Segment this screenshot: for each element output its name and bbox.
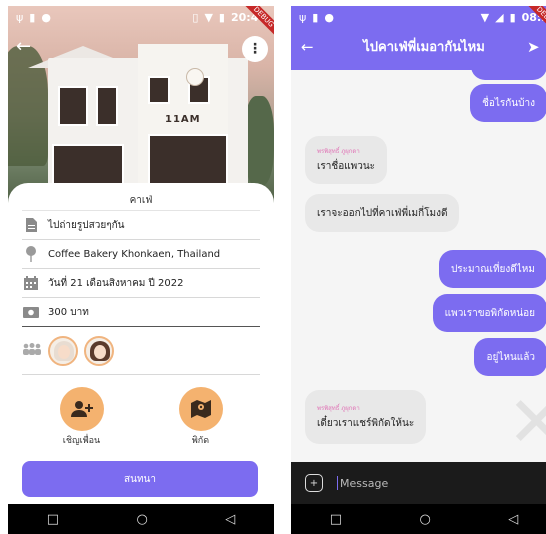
chat-app-bar: ψ▮● ▼◢▮08:2 DEBUG ← ไปคาเฟ่พี่เมอากันไหม… (291, 6, 546, 70)
calendar-icon (22, 276, 40, 290)
battery-icon: ▮ (509, 10, 516, 24)
price-text: 300 บาท (48, 306, 89, 318)
message-text: เราจะออกไปที่คาเฟ่พี่เมกี่โมงดี (317, 207, 448, 219)
sender-name: พรพิสุทธิ์ ภูผุกดา (317, 405, 360, 412)
invite-friend-button[interactable]: เชิญเพื่อน (37, 387, 127, 447)
more-vert-icon[interactable]: ⋮ (242, 36, 268, 62)
action-row: เชิญเพื่อน พิกัด (22, 387, 260, 447)
message-bubble: พรพิสุทธิ์ ภูผุกดา เดี๋ยวเราแชร์พิกัดให้… (305, 390, 427, 444)
message-bubble: แพวเราขอพิกัดหน่อย (432, 294, 546, 332)
note-row: ไปถ่ายรูปสวยๆกัน (22, 211, 260, 240)
status-bar: ψ ▮ ● ▯ ▼ ▮ 20:46 (8, 6, 274, 28)
message-input[interactable] (340, 476, 543, 490)
lock-icon: ▮ (312, 10, 319, 24)
participant-avatar[interactable] (84, 335, 114, 366)
chat-button[interactable]: สนทนา (22, 461, 258, 497)
signal-icon: ◢ (495, 10, 504, 24)
participants-row (22, 327, 260, 375)
price-row: 300 บาท (22, 298, 260, 327)
recents-icon[interactable]: □ (47, 512, 59, 527)
participant-avatar[interactable] (48, 335, 78, 366)
map-button[interactable]: พิกัด (156, 387, 246, 447)
event-detail-screen: 11AM ψ ▮ ● ▯ ▼ ▮ 20:46 DEBUG ← ⋮ คาเฟ่ ไปถ่าย… (8, 6, 274, 534)
wifi-icon: ▼ (204, 10, 213, 24)
status-bar: ψ▮● ▼◢▮08:2 (291, 6, 546, 28)
map-label: พิกัด (191, 436, 210, 446)
message-text: แพวเราขอพิกัดหน่อย (444, 307, 535, 319)
message-text: เราชื่อแพวนะ (317, 161, 376, 172)
money-icon (22, 306, 40, 318)
message-bubble: ประมาณเที่ยงดีไหม (438, 250, 546, 288)
send-icon[interactable]: ➤ (527, 38, 546, 56)
group-icon (22, 342, 48, 359)
message-text: ประมาณเที่ยงดีไหม (450, 263, 535, 275)
home-icon[interactable]: ○ (136, 512, 147, 527)
lock-icon: ▮ (29, 10, 36, 24)
chat-title: ไปคาเฟ่พี่เมอากันไหม (363, 40, 485, 55)
back-nav-icon[interactable]: ◁ (225, 512, 235, 527)
system-nav-bar: □ ○ ◁ (8, 504, 274, 534)
system-nav-bar: □ ○ ◁ (291, 504, 546, 534)
back-arrow-icon[interactable]: ← (301, 38, 321, 56)
document-icon (22, 218, 40, 232)
sender-name: พรพิสุทธิ์ ภูผุกดา (317, 148, 360, 155)
usb-icon: ψ (16, 10, 24, 24)
date-text: วันที่ 21 เดือนสิงหาคม ปี 2022 (48, 277, 184, 289)
recents-icon[interactable]: □ (330, 512, 342, 527)
wifi-icon: ▼ (480, 10, 490, 24)
back-nav-icon[interactable]: ◁ (508, 512, 518, 527)
date-row: วันที่ 21 เดือนสิงหาคม ปี 2022 (22, 269, 260, 298)
text-cursor (337, 476, 338, 490)
message-bubble: พรพิสุทธิ์ ภูผุกดา เราชื่อแพวนะ (305, 136, 388, 184)
message-composer: + (291, 462, 546, 504)
category-title: คาเฟ่ (22, 183, 260, 211)
message-list[interactable]: ชื่อไรกันบ้าง พรพิสุทธิ์ ภูผุกดา เราชื่อ… (291, 70, 546, 462)
cafe-photo: 11AM (8, 6, 274, 206)
battery-icon: ▮ (218, 10, 225, 24)
message-text: เดี๋ยวเราแชร์พิกัดให้นะ (317, 418, 415, 429)
location-row: Coffee Bakery Khonkaen, Thailand (22, 240, 260, 269)
attach-icon[interactable]: + (305, 474, 323, 492)
home-icon[interactable]: ○ (419, 512, 430, 527)
vibrate-icon: ▯ (192, 10, 199, 24)
usb-icon: ψ (299, 10, 307, 24)
location-icon: ● (324, 10, 334, 24)
message-bubble: เราจะออกไปที่คาเฟ่พี่เมกี่โมงดี (305, 194, 460, 232)
message-bubble (471, 70, 546, 80)
back-arrow-icon[interactable]: ← (16, 36, 31, 57)
event-card: คาเฟ่ ไปถ่ายรูปสวยๆกัน Coffee Bakery Kho… (8, 183, 274, 503)
message-text: อยู่ไหนแล้ว (486, 351, 535, 363)
location-text: Coffee Bakery Khonkaen, Thailand (48, 248, 221, 260)
note-text: ไปถ่ายรูปสวยๆกัน (48, 219, 125, 231)
add-person-icon (59, 387, 104, 431)
invite-label: เชิญเพื่อน (62, 436, 101, 446)
pin-icon (22, 246, 40, 262)
chat-screen: ψ▮● ▼◢▮08:2 DEBUG ← ไปคาเฟ่พี่เมอากันไหม… (291, 6, 546, 534)
message-text: ชื่อไรกันบ้าง (482, 97, 535, 109)
location-icon: ● (41, 10, 51, 24)
map-icon (178, 387, 223, 431)
message-bubble: ชื่อไรกันบ้าง (470, 84, 546, 122)
cafe-sign: 11AM (165, 114, 201, 125)
message-bubble: อยู่ไหนแล้ว (474, 338, 546, 376)
watermark-x-icon: ✕ (507, 381, 546, 462)
